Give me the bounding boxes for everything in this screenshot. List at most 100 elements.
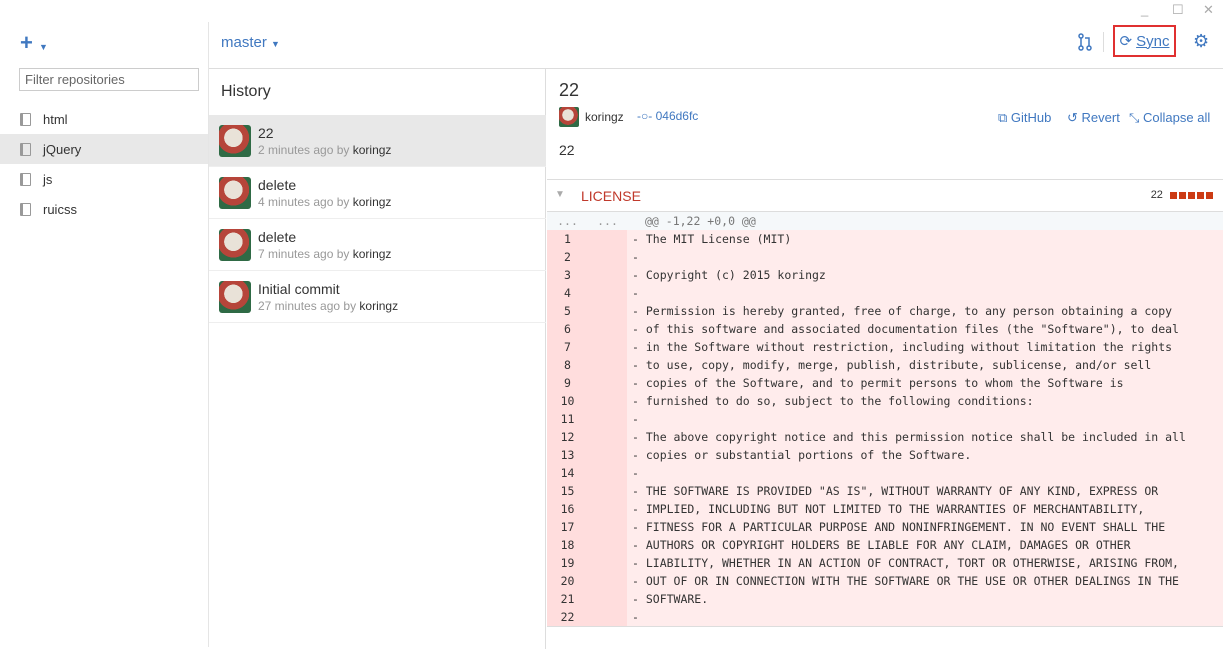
- add-repository-button[interactable]: + ▼: [20, 30, 48, 56]
- diff-line: 1 - The MIT License (MIT): [547, 230, 1223, 248]
- line-text: -: [632, 412, 639, 426]
- diff-line: 15 - THE SOFTWARE IS PROVIDED "AS IS", WI…: [547, 482, 1223, 500]
- revert-icon: ↺: [1067, 110, 1078, 125]
- commit-title: 22: [258, 125, 274, 141]
- line-text: -: [632, 250, 639, 264]
- close-button[interactable]: ✕: [1203, 2, 1214, 18]
- old-line-number: 1: [547, 230, 588, 248]
- new-line-number: [588, 392, 627, 410]
- revert-label: Revert: [1081, 110, 1120, 125]
- commit-item[interactable]: delete 7 minutes ago by koringz: [209, 219, 546, 271]
- commit-title: delete: [258, 177, 297, 193]
- diff-line: 18 - AUTHORS OR COPYRIGHT HOLDERS BE LIAB…: [547, 536, 1223, 554]
- new-line-number: [588, 518, 627, 536]
- line-text: -: [632, 286, 639, 300]
- new-line-number: [588, 428, 627, 446]
- github-label: GitHub: [1010, 110, 1052, 125]
- repo-name: html: [43, 111, 68, 127]
- line-text: - Permission is hereby granted, free of …: [632, 304, 1173, 318]
- collapse-all-button[interactable]: ⤡ Collapse all: [1129, 110, 1210, 126]
- new-line-number: [588, 338, 627, 356]
- old-line-number: 17: [547, 518, 588, 536]
- revert-button[interactable]: ↺ Revert: [1067, 110, 1120, 126]
- line-text: -: [632, 610, 639, 624]
- sha: 046d6fc: [655, 109, 699, 123]
- commit-description: 22: [559, 142, 575, 158]
- commit-detail: 22 koringz -○- 046d6fc ⧉ GitHub ↺ Revert…: [547, 69, 1223, 669]
- pull-request-icon[interactable]: [1078, 33, 1092, 51]
- repo-name: js: [43, 171, 53, 187]
- new-line-number: [588, 536, 627, 554]
- diff-line: 5 - Permission is hereby granted, free of…: [547, 302, 1223, 320]
- commit-meta: 27 minutes ago by koringz: [258, 299, 398, 313]
- new-line-number: [588, 374, 627, 392]
- diff-line: 4-: [547, 284, 1223, 302]
- file-header[interactable]: ▼ LICENSE 22: [547, 179, 1223, 212]
- line-text: - in the Software without restriction, i…: [632, 340, 1173, 354]
- collapse-triangle-icon[interactable]: ▼: [555, 189, 565, 200]
- commit-item[interactable]: 22 2 minutes ago by koringz: [209, 115, 546, 167]
- new-line-number: [588, 500, 627, 518]
- avatar: [219, 125, 251, 157]
- repo-icon: [20, 112, 31, 126]
- repo-item[interactable]: js: [0, 164, 208, 194]
- line-text: - to use, copy, modify, merge, publish, …: [632, 358, 1152, 372]
- line-text: - of this software and associated docume…: [632, 322, 1179, 336]
- commit-author: koringz: [352, 143, 392, 157]
- gear-icon[interactable]: ⚙: [1193, 31, 1209, 52]
- repo-item[interactable]: html: [0, 104, 208, 134]
- new-line-number: [588, 248, 627, 266]
- commit-time: 4 minutes ago by: [258, 195, 350, 209]
- diff-line: 9 - copies of the Software, and to permit…: [547, 374, 1223, 392]
- repo-icon: [20, 142, 31, 156]
- line-text: - THE SOFTWARE IS PROVIDED "AS IS", WITH…: [632, 484, 1159, 498]
- diff-line: 21 - SOFTWARE.: [547, 590, 1223, 608]
- caret-down-icon: ▼: [271, 39, 280, 49]
- repo-item[interactable]: jQuery: [0, 134, 208, 164]
- commit-item[interactable]: Initial commit 27 minutes ago by koringz: [209, 271, 546, 323]
- avatar: [219, 177, 251, 209]
- divider: [1103, 32, 1104, 52]
- old-line-number: 19: [547, 554, 588, 572]
- branch-selector[interactable]: master ▼: [221, 34, 280, 51]
- repo-item[interactable]: ruicss: [0, 194, 208, 224]
- old-line-number: 7: [547, 338, 588, 356]
- line-text: - LIABILITY, WHETHER IN AN ACTION OF CON…: [632, 556, 1179, 570]
- external-link-icon: ⧉: [998, 110, 1008, 125]
- caret-down-icon: ▼: [38, 42, 48, 52]
- new-line-number: ...: [597, 214, 618, 228]
- github-link[interactable]: ⧉ GitHub: [998, 110, 1051, 126]
- commit-item[interactable]: delete 4 minutes ago by koringz: [209, 167, 546, 219]
- new-line-number: [588, 410, 627, 428]
- diff-line: 12 - The above copyright notice and this …: [547, 428, 1223, 446]
- line-text: - AUTHORS OR COPYRIGHT HOLDERS BE LIABLE…: [632, 538, 1131, 552]
- new-line-number: [588, 320, 627, 338]
- hunk-text: @@ -1,22 +0,0 @@: [645, 214, 756, 228]
- line-text: - copies of the Software, and to permit …: [632, 376, 1124, 390]
- old-line-number: 21: [547, 590, 588, 608]
- old-line-number: 16: [547, 500, 588, 518]
- new-line-number: [588, 482, 627, 500]
- commit-meta: 7 minutes ago by koringz: [258, 247, 391, 261]
- maximize-button[interactable]: ☐: [1172, 2, 1184, 18]
- line-text: - copies or substantial portions of the …: [632, 448, 972, 462]
- diff-line: 13 - copies or substantial portions of th…: [547, 446, 1223, 464]
- sync-label: Sync: [1136, 32, 1170, 50]
- diff-line: 22 -: [547, 608, 1223, 626]
- sync-button[interactable]: ⟳ Sync: [1113, 25, 1176, 57]
- avatar: [559, 107, 579, 127]
- old-line-number: 14: [547, 464, 588, 482]
- line-text: - Copyright (c) 2015 koringz: [632, 268, 826, 282]
- diff-line: 3 - Copyright (c) 2015 koringz: [547, 266, 1223, 284]
- old-line-number: 15: [547, 482, 588, 500]
- branch-name: master: [221, 34, 267, 51]
- old-line-number: 3: [547, 266, 588, 284]
- filter-repositories-input[interactable]: [19, 68, 199, 91]
- minimize-button[interactable]: _: [1141, 2, 1148, 17]
- commit-sha-link[interactable]: -○- 046d6fc: [637, 109, 698, 123]
- avatar: [219, 281, 251, 313]
- diff-line: 7 - in the Software without restriction, …: [547, 338, 1223, 356]
- new-line-number: [588, 590, 627, 608]
- old-line-number: 20: [547, 572, 588, 590]
- line-text: - furnished to do so, subject to the fol…: [632, 394, 1034, 408]
